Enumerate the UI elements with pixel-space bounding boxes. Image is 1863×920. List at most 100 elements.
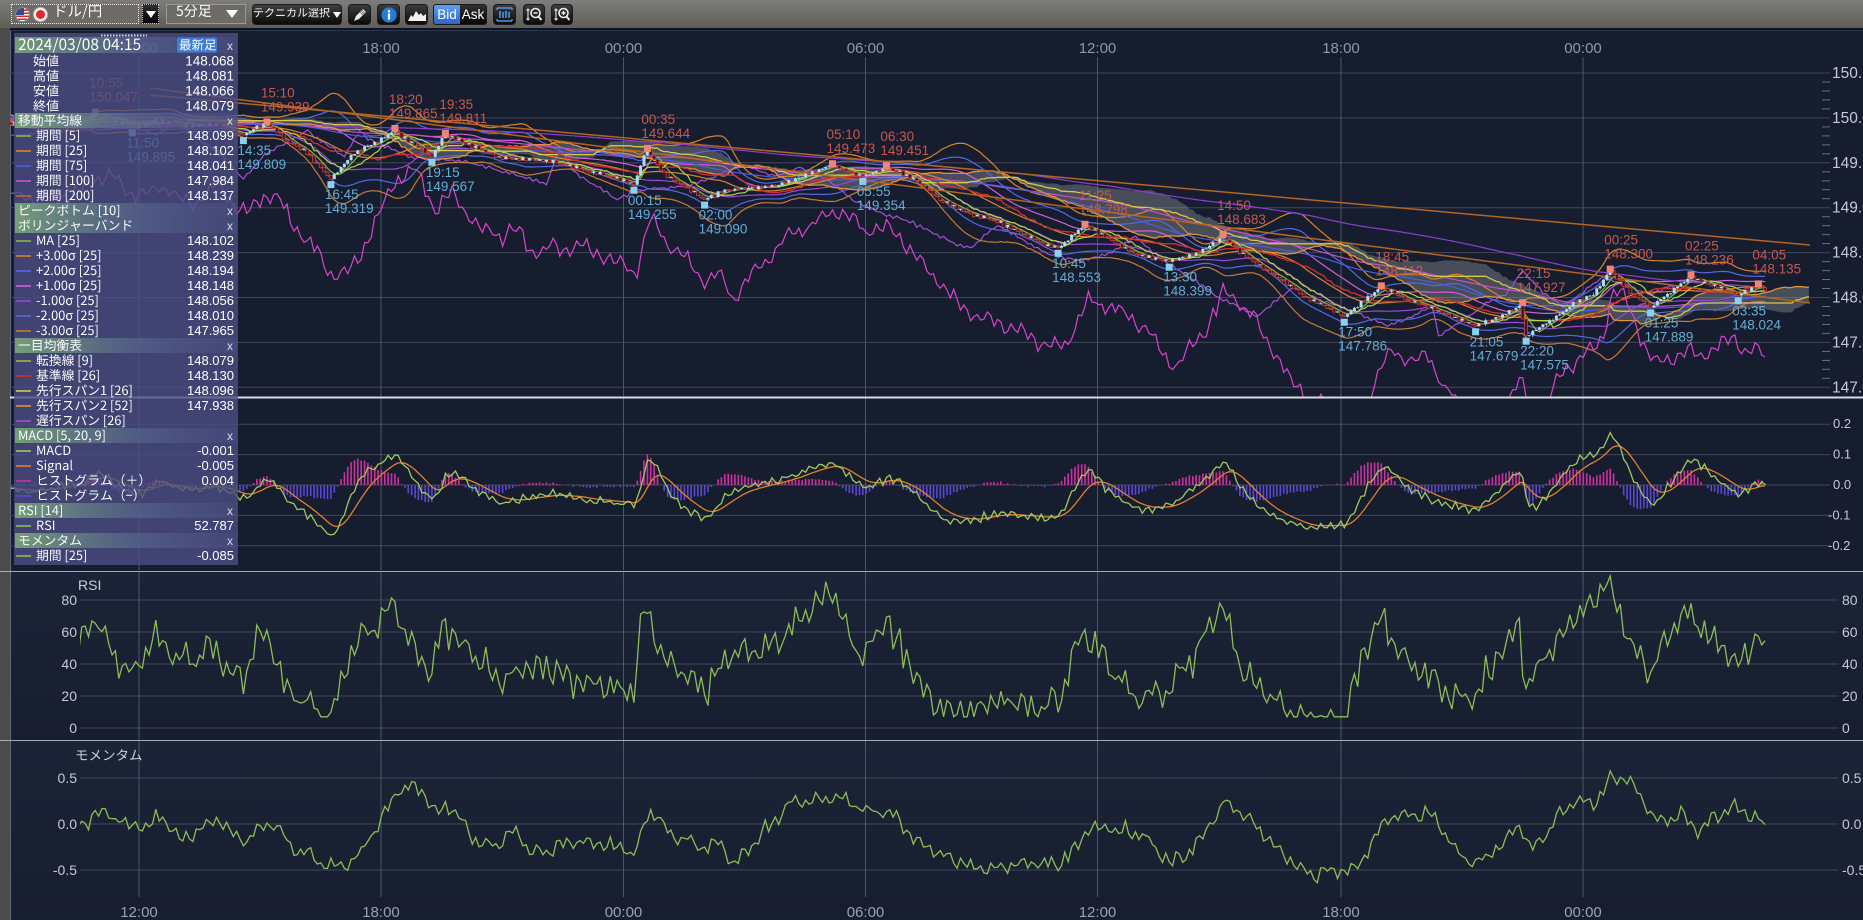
svg-text:x: x <box>227 429 233 443</box>
svg-text:149.473: 149.473 <box>827 141 876 156</box>
svg-text:00:00: 00:00 <box>1564 904 1602 920</box>
svg-text:00:00: 00:00 <box>605 904 643 920</box>
svg-text:16:45: 16:45 <box>325 187 359 202</box>
svg-text:148.102: 148.102 <box>187 143 234 158</box>
svg-text:148.079: 148.079 <box>185 99 234 114</box>
svg-text:RSI: RSI <box>78 577 101 593</box>
svg-text:05:10: 05:10 <box>827 127 861 142</box>
svg-text:-0.1: -0.1 <box>1828 507 1850 522</box>
svg-text:0.0: 0.0 <box>58 816 78 832</box>
svg-text:149.451: 149.451 <box>880 143 929 158</box>
svg-text:14:35: 14:35 <box>237 143 271 158</box>
svg-text:149.644: 149.644 <box>641 126 690 141</box>
svg-text:148.500: 148.500 <box>1832 245 1863 262</box>
svg-text:x: x <box>227 339 233 353</box>
svg-text:148.066: 148.066 <box>185 84 234 99</box>
svg-text:148.056: 148.056 <box>187 293 234 308</box>
svg-text:15:10: 15:10 <box>261 85 295 100</box>
svg-text:18:00: 18:00 <box>362 40 400 57</box>
svg-text:149.255: 149.255 <box>628 207 677 222</box>
svg-text:18:00: 18:00 <box>362 904 400 920</box>
svg-text:147.927: 147.927 <box>1517 280 1566 295</box>
svg-text:17:50: 17:50 <box>1338 325 1372 340</box>
svg-text:148.112: 148.112 <box>1375 263 1423 278</box>
svg-text:12:00: 12:00 <box>120 904 158 920</box>
svg-text:00:35: 00:35 <box>641 112 675 127</box>
svg-text:06:00: 06:00 <box>847 904 885 920</box>
svg-text:0: 0 <box>1842 720 1850 736</box>
svg-text:40: 40 <box>61 656 77 672</box>
svg-text:0.2: 0.2 <box>1833 416 1851 431</box>
svg-text:02:00: 02:00 <box>699 208 733 223</box>
svg-text:148.399: 148.399 <box>1163 284 1212 299</box>
svg-text:22:20: 22:20 <box>1520 344 1554 359</box>
svg-text:14:50: 14:50 <box>1217 198 1251 213</box>
svg-text:-0.085: -0.085 <box>197 548 234 563</box>
svg-text:148.236: 148.236 <box>1685 252 1734 267</box>
svg-text:149.809: 149.809 <box>237 157 286 172</box>
svg-text:06:00: 06:00 <box>847 40 885 57</box>
svg-text:147.000: 147.000 <box>1832 379 1863 396</box>
svg-text:148.102: 148.102 <box>187 233 234 248</box>
svg-text:148.041: 148.041 <box>187 158 234 173</box>
svg-text:0.0: 0.0 <box>1842 816 1862 832</box>
svg-text:-0.5: -0.5 <box>53 862 77 878</box>
svg-text:x: x <box>227 219 233 233</box>
svg-text:18:00: 18:00 <box>1322 904 1360 920</box>
svg-text:0.1: 0.1 <box>1833 447 1851 462</box>
svg-text:-0.2: -0.2 <box>1828 538 1850 553</box>
svg-text:149.090: 149.090 <box>699 222 748 237</box>
svg-text:148.081: 148.081 <box>185 69 234 84</box>
svg-text:20: 20 <box>1842 688 1858 704</box>
svg-text:148.096: 148.096 <box>187 383 234 398</box>
svg-text:147.786: 147.786 <box>1338 339 1387 354</box>
svg-text:148.099: 148.099 <box>187 128 234 143</box>
svg-text:147.889: 147.889 <box>1645 330 1694 345</box>
svg-text:22:15: 22:15 <box>1517 266 1551 281</box>
svg-text:00:00: 00:00 <box>1564 40 1602 57</box>
svg-text:148.024: 148.024 <box>1732 317 1781 332</box>
svg-text:148.300: 148.300 <box>1604 247 1653 262</box>
svg-text:05:55: 05:55 <box>857 184 891 199</box>
svg-text:148.000: 148.000 <box>1832 290 1863 307</box>
svg-text:148.683: 148.683 <box>1217 212 1266 227</box>
svg-text:149.811: 149.811 <box>439 111 487 126</box>
svg-text:01:25: 01:25 <box>1645 316 1679 331</box>
svg-text:x: x <box>227 204 233 218</box>
svg-text:149.354: 149.354 <box>857 198 906 213</box>
svg-text:12:00: 12:00 <box>1079 904 1117 920</box>
svg-text:18:20: 18:20 <box>389 92 423 107</box>
svg-text:00:00: 00:00 <box>605 40 643 57</box>
svg-text:150.500: 150.500 <box>1832 65 1863 82</box>
svg-text:13:30: 13:30 <box>1163 270 1197 285</box>
svg-text:149.865: 149.865 <box>389 106 438 121</box>
svg-text:0.5: 0.5 <box>1842 770 1862 786</box>
svg-text:148.553: 148.553 <box>1052 270 1101 285</box>
svg-text:148.194: 148.194 <box>187 263 234 278</box>
svg-text:149.500: 149.500 <box>1832 155 1863 172</box>
svg-text:x: x <box>227 504 233 518</box>
svg-text:11:25: 11:25 <box>1079 188 1112 203</box>
svg-text:x: x <box>227 39 233 53</box>
svg-text:148.148: 148.148 <box>187 278 234 293</box>
svg-text:04:05: 04:05 <box>1752 247 1786 262</box>
svg-text:147.938: 147.938 <box>187 398 234 413</box>
svg-text:80: 80 <box>61 592 77 608</box>
svg-text:149.939: 149.939 <box>261 99 310 114</box>
svg-text:-0.005: -0.005 <box>197 458 234 473</box>
svg-text:147.500: 147.500 <box>1832 334 1863 351</box>
svg-text:40: 40 <box>1842 656 1858 672</box>
svg-text:03:35: 03:35 <box>1732 303 1766 318</box>
svg-text:149.567: 149.567 <box>426 179 475 194</box>
svg-text:0.0: 0.0 <box>1833 477 1851 492</box>
svg-text:148.798: 148.798 <box>1079 202 1128 217</box>
svg-text:80: 80 <box>1842 592 1858 608</box>
svg-text:147.575: 147.575 <box>1520 358 1569 373</box>
svg-text:21:05: 21:05 <box>1470 334 1504 349</box>
svg-text:12:00: 12:00 <box>1079 40 1117 57</box>
svg-text:18:45: 18:45 <box>1375 249 1409 264</box>
svg-text:60: 60 <box>61 624 77 640</box>
svg-text:0: 0 <box>69 720 77 736</box>
svg-text:00:25: 00:25 <box>1604 233 1638 248</box>
svg-text:60: 60 <box>1842 624 1858 640</box>
